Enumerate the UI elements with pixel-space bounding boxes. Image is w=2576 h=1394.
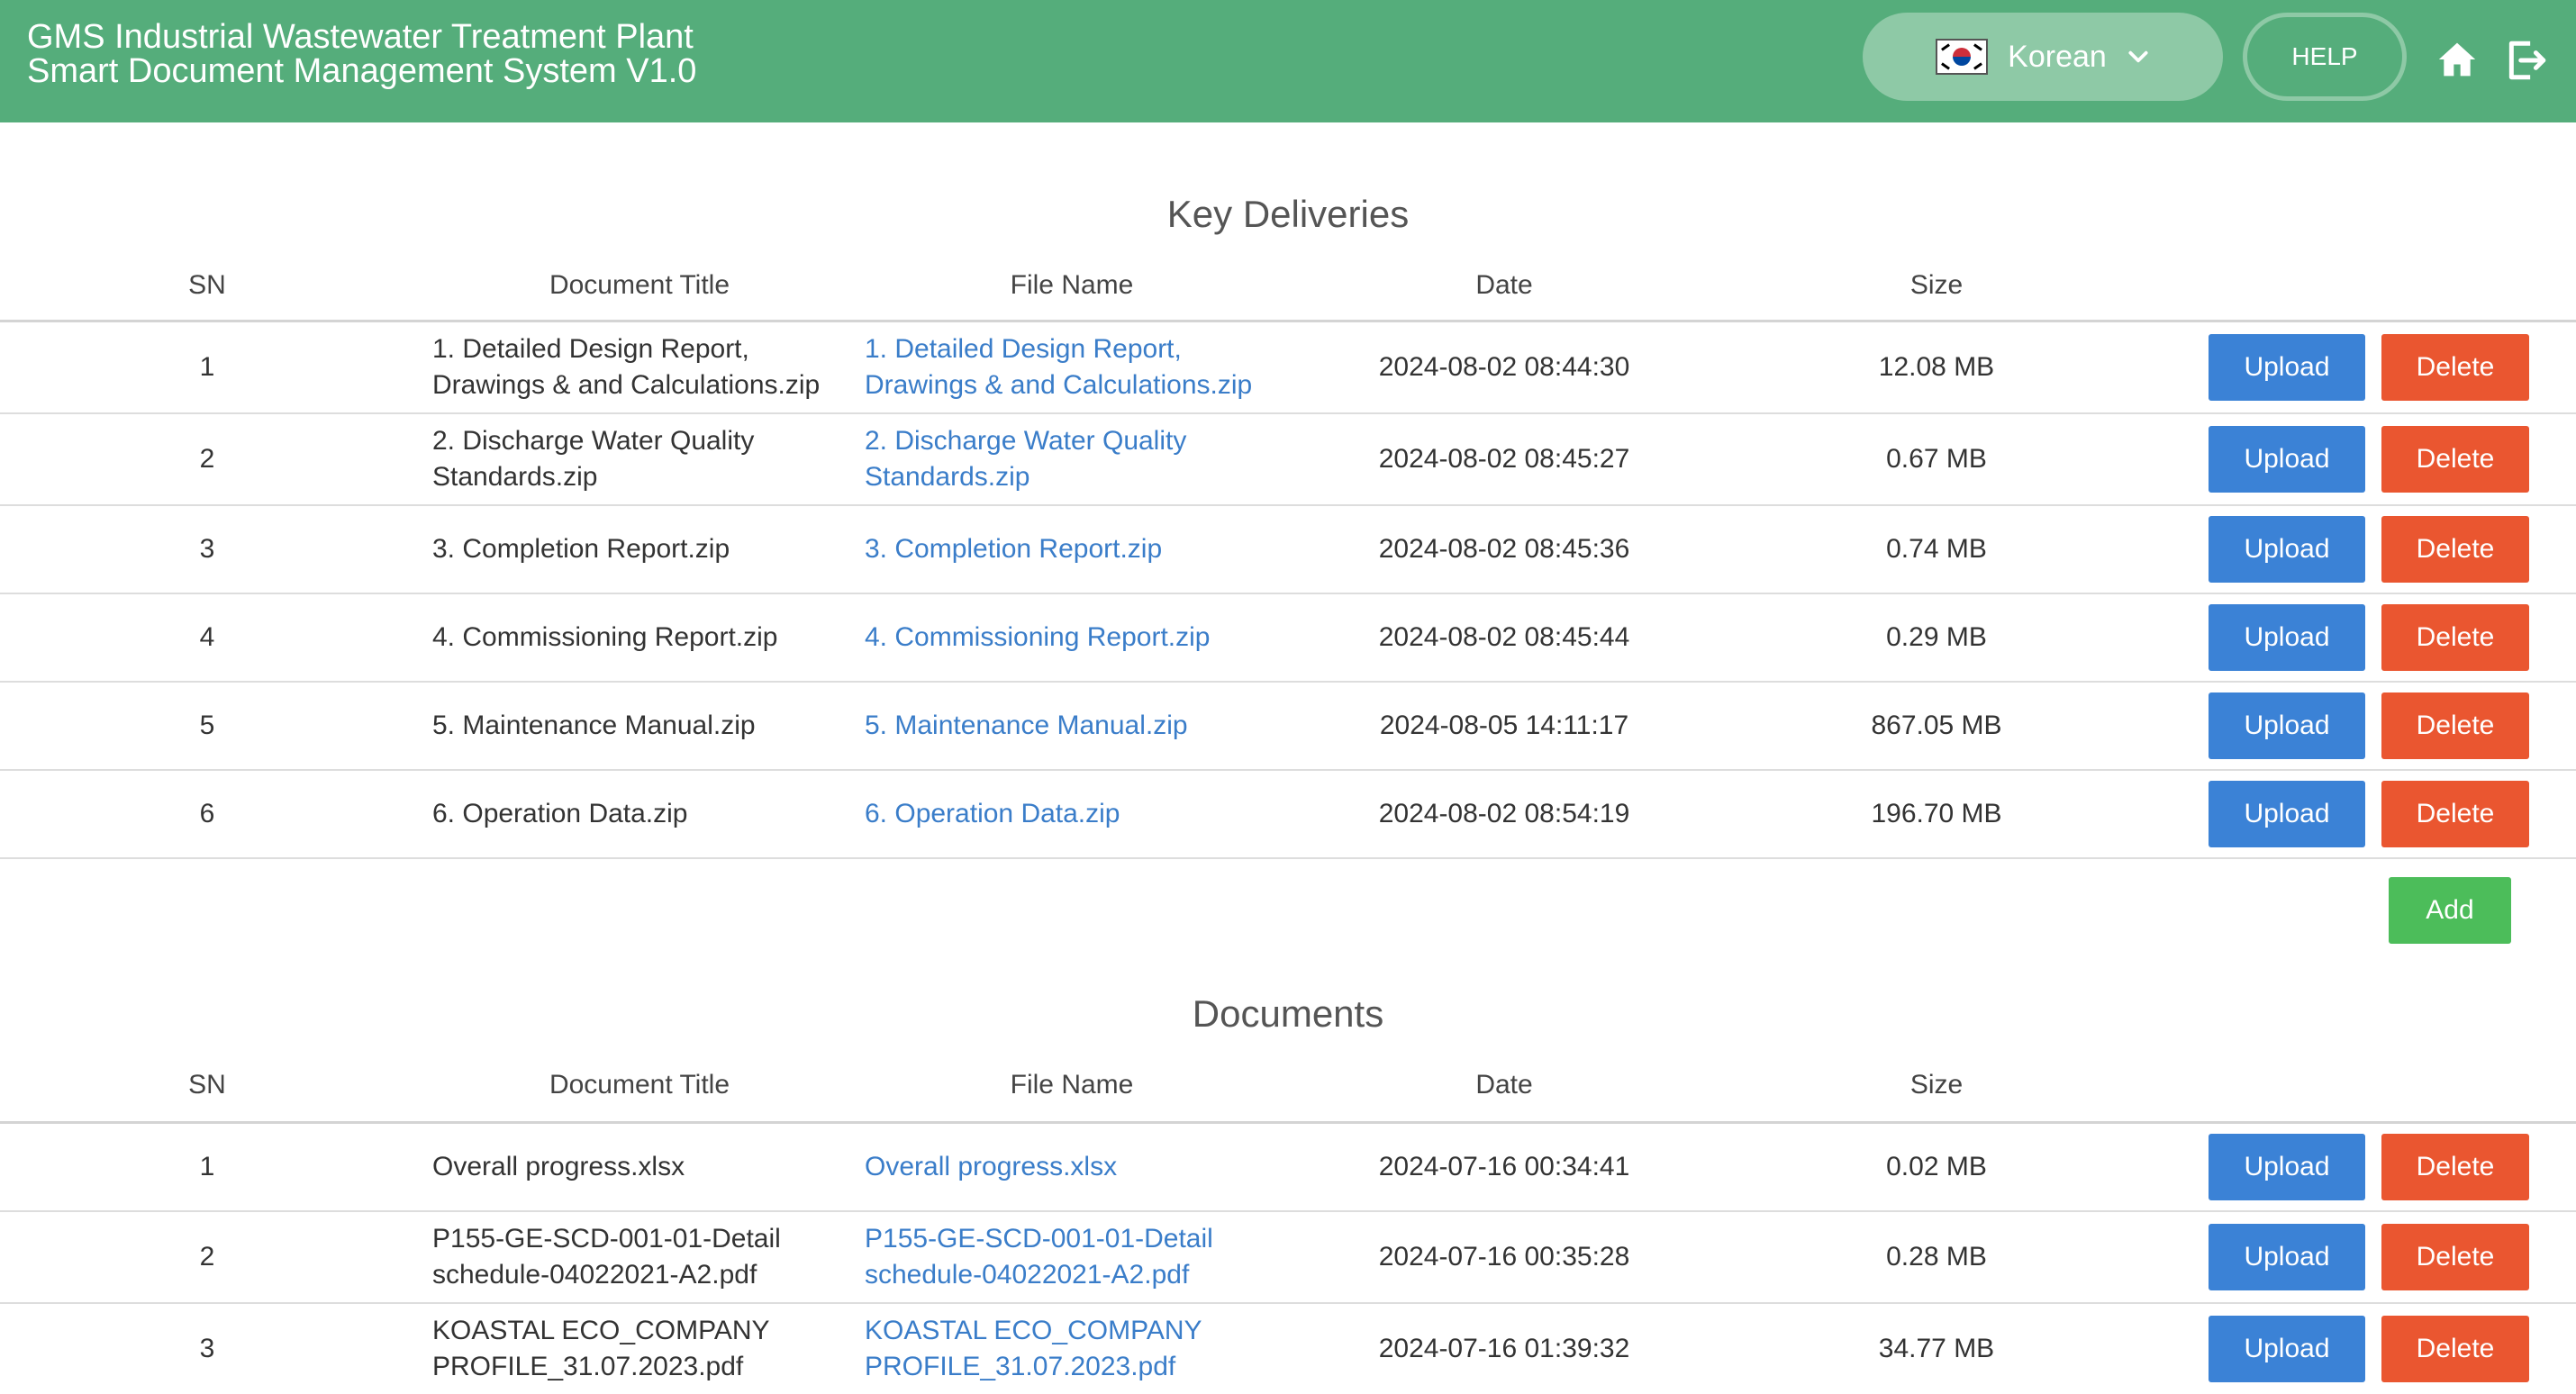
- cell-size: 0.67 MB: [1886, 444, 1987, 474]
- top-header: GMS Industrial Wastewater Treatment Plan…: [0, 0, 2576, 122]
- cell-document-title: 5. Maintenance Manual.zip: [432, 711, 756, 740]
- file-link[interactable]: 2. Discharge Water Quality Standards.zip: [865, 423, 1297, 495]
- table-row: 1 1. Detailed Design Report, Drawings & …: [0, 322, 2576, 412]
- upload-button[interactable]: Upload: [2209, 334, 2365, 401]
- table-row: 3 KOASTAL ECO_COMPANY PROFILE_31.07.2023…: [0, 1304, 2576, 1394]
- delete-button[interactable]: Delete: [2381, 516, 2529, 583]
- delete-button[interactable]: Delete: [2381, 334, 2529, 401]
- file-link[interactable]: 4. Commissioning Report.zip: [865, 620, 1297, 656]
- home-icon[interactable]: [2437, 40, 2477, 79]
- table-row: 2 2. Discharge Water Quality Standards.z…: [0, 414, 2576, 504]
- cell-document-title: P155-GE-SCD-001-01-Detail schedule-04022…: [432, 1224, 781, 1290]
- cell-date: 2024-08-05 14:11:17: [1379, 711, 1629, 740]
- column-header-document-title: Document Title: [549, 270, 730, 300]
- file-link[interactable]: 3. Completion Report.zip: [865, 531, 1297, 567]
- delete-button[interactable]: Delete: [2381, 1224, 2529, 1290]
- column-header-document-title: Document Title: [549, 1070, 730, 1100]
- table-row: 2 P155-GE-SCD-001-01-Detail schedule-040…: [0, 1212, 2576, 1302]
- column-header-date: Date: [1475, 1070, 1533, 1100]
- cell-date: 2024-07-16 00:34:41: [1378, 1152, 1630, 1181]
- upload-button[interactable]: Upload: [2209, 1316, 2365, 1382]
- table-row: 4 4. Commissioning Report.zip 4. Commiss…: [0, 594, 2576, 681]
- cell-sn: 3: [199, 534, 215, 564]
- cell-date: 2024-08-02 08:45:36: [1378, 534, 1630, 564]
- add-button[interactable]: Add: [2389, 877, 2511, 944]
- language-select[interactable]: Korean: [1863, 13, 2223, 101]
- language-label: Korean: [2008, 39, 2107, 74]
- cell-sn: 4: [199, 622, 215, 652]
- cell-document-title: KOASTAL ECO_COMPANY PROFILE_31.07.2023.p…: [432, 1316, 769, 1381]
- row-divider: [0, 857, 2576, 859]
- column-header-size: Size: [1909, 270, 1964, 300]
- cell-date: 2024-07-16 00:35:28: [1378, 1242, 1630, 1272]
- upload-button[interactable]: Upload: [2209, 1224, 2365, 1290]
- cell-document-title: 1. Detailed Design Report, Drawings & an…: [432, 334, 821, 400]
- cell-size: 0.29 MB: [1886, 622, 1987, 652]
- app-title-line1: GMS Industrial Wastewater Treatment Plan…: [27, 18, 694, 56]
- cell-document-title: Overall progress.xlsx: [432, 1152, 685, 1181]
- column-header-sn: SN: [188, 270, 226, 300]
- cell-sn: 2: [199, 444, 215, 474]
- table-row: 1 Overall progress.xlsx Overall progress…: [0, 1124, 2576, 1210]
- cell-sn: 6: [199, 799, 215, 828]
- korea-flag-icon: [1936, 39, 1989, 75]
- column-header-sn: SN: [188, 1070, 226, 1100]
- cell-date: 2024-08-02 08:54:19: [1378, 799, 1630, 828]
- delete-button[interactable]: Delete: [2381, 781, 2529, 847]
- delete-button[interactable]: Delete: [2381, 426, 2529, 493]
- table-row: 5 5. Maintenance Manual.zip 5. Maintenan…: [0, 683, 2576, 769]
- cell-size: 196.70 MB: [1871, 799, 2002, 828]
- table-row: 6 6. Operation Data.zip 6. Operation Dat…: [0, 771, 2576, 857]
- file-link[interactable]: KOASTAL ECO_COMPANY PROFILE_31.07.2023.p…: [865, 1313, 1297, 1385]
- upload-button[interactable]: Upload: [2209, 516, 2365, 583]
- file-link[interactable]: Overall progress.xlsx: [865, 1149, 1297, 1185]
- cell-date: 2024-08-02 08:45:44: [1378, 622, 1630, 652]
- cell-sn: 1: [199, 352, 215, 382]
- cell-document-title: 4. Commissioning Report.zip: [432, 622, 778, 652]
- column-header-date: Date: [1475, 270, 1533, 300]
- column-header-file-name: File Name: [1010, 270, 1134, 300]
- table-row: 3 3. Completion Report.zip 3. Completion…: [0, 506, 2576, 593]
- cell-size: 0.02 MB: [1886, 1152, 1987, 1181]
- cell-sn: 2: [199, 1242, 215, 1272]
- cell-document-title: 3. Completion Report.zip: [432, 534, 730, 564]
- cell-document-title: 2. Discharge Water Quality Standards.zip: [432, 426, 755, 492]
- delete-button[interactable]: Delete: [2381, 604, 2529, 671]
- delete-button[interactable]: Delete: [2381, 1134, 2529, 1200]
- key-deliveries-title: Key Deliveries: [1166, 193, 1410, 235]
- delete-button[interactable]: Delete: [2381, 692, 2529, 759]
- cell-date: 2024-08-02 08:44:30: [1378, 352, 1630, 382]
- file-link[interactable]: 6. Operation Data.zip: [865, 796, 1297, 832]
- cell-size: 0.74 MB: [1886, 534, 1987, 564]
- logout-icon[interactable]: [2504, 38, 2549, 83]
- column-header-size: Size: [1909, 1070, 1964, 1100]
- cell-sn: 1: [199, 1152, 215, 1181]
- cell-date: 2024-07-16 01:39:32: [1378, 1334, 1630, 1363]
- app-title-line2: Smart Document Management System V1.0: [27, 52, 697, 90]
- cell-size: 12.08 MB: [1878, 352, 1995, 382]
- upload-button[interactable]: Upload: [2209, 692, 2365, 759]
- cell-sn: 3: [199, 1334, 215, 1363]
- cell-size: 867.05 MB: [1871, 711, 2002, 740]
- column-header-file-name: File Name: [1010, 1070, 1134, 1100]
- file-link[interactable]: 5. Maintenance Manual.zip: [865, 708, 1297, 744]
- delete-button[interactable]: Delete: [2381, 1316, 2529, 1382]
- cell-sn: 5: [199, 711, 215, 740]
- upload-button[interactable]: Upload: [2209, 1134, 2365, 1200]
- upload-button[interactable]: Upload: [2209, 781, 2365, 847]
- chevron-down-icon: [2128, 50, 2148, 63]
- help-button[interactable]: HELP: [2243, 13, 2407, 101]
- app-title: GMS Industrial Wastewater Treatment Plan…: [27, 20, 696, 88]
- cell-document-title: 6. Operation Data.zip: [432, 799, 688, 828]
- upload-button[interactable]: Upload: [2209, 426, 2365, 493]
- file-link[interactable]: P155-GE-SCD-001-01-Detail schedule-04022…: [865, 1221, 1297, 1293]
- cell-size: 34.77 MB: [1878, 1334, 1995, 1363]
- cell-date: 2024-08-02 08:45:27: [1378, 444, 1630, 474]
- file-link[interactable]: 1. Detailed Design Report, Drawings & an…: [865, 331, 1297, 403]
- documents-title: Documents: [1192, 992, 1384, 1035]
- cell-size: 0.28 MB: [1886, 1242, 1987, 1272]
- upload-button[interactable]: Upload: [2209, 604, 2365, 671]
